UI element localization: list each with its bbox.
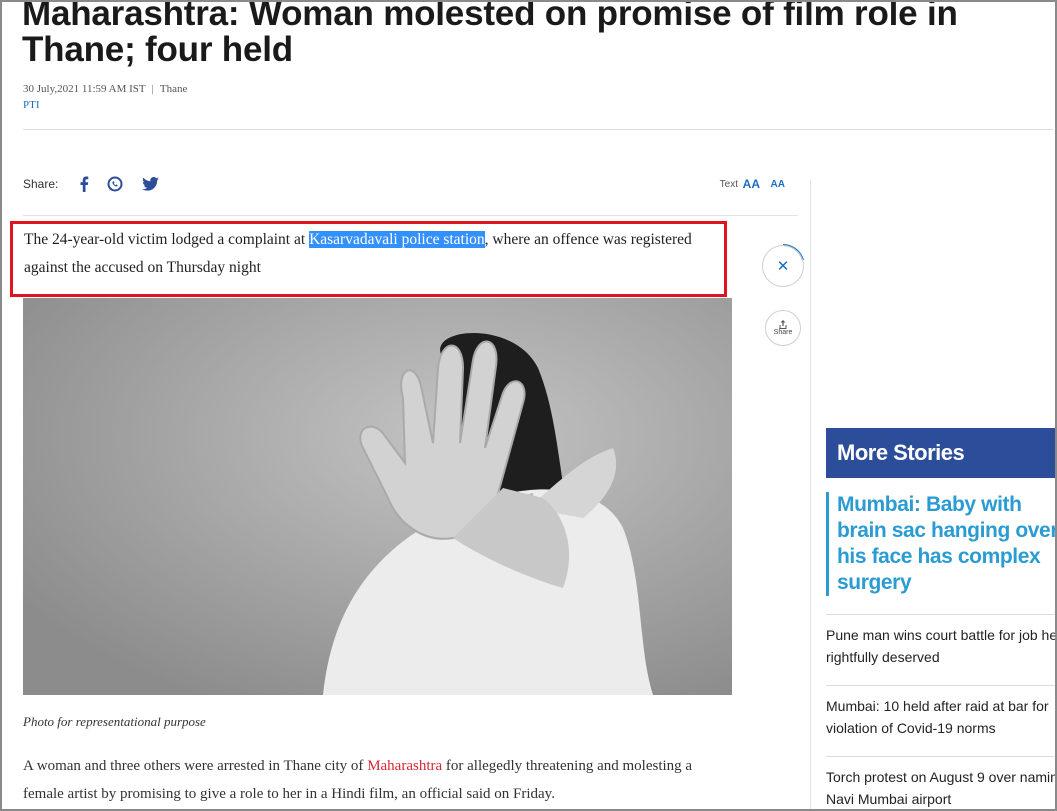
floating-share-label: Share — [773, 329, 793, 336]
browser-frame: Maharashtra: Woman molested on promise o… — [0, 0, 1057, 811]
story-link[interactable]: Mumbai: 10 held after raid at bar for vi… — [826, 695, 1055, 739]
floating-share-button[interactable]: Share — [765, 310, 801, 346]
column-divider — [810, 180, 811, 809]
share-toolbar: Share: Text AA AA — [23, 174, 798, 198]
more-stories-header: More Stories — [826, 428, 1055, 478]
article-body-paragraph: A woman and three others were arrested i… — [23, 752, 733, 808]
story-link[interactable]: Torch protest on August 9 over naming Na… — [826, 766, 1057, 809]
article-headline: Maharashtra: Woman molested on promise o… — [22, 0, 958, 69]
publish-date: 30 July,2021 11:59 AM IST — [23, 83, 146, 95]
close-icon: ✕ — [776, 258, 790, 275]
twitter-icon[interactable] — [141, 175, 159, 193]
text-size-label: Text — [719, 179, 738, 190]
story-divider — [826, 685, 1055, 686]
story-title: Pune man wins court battle for job he ri… — [826, 627, 1057, 665]
close-button[interactable]: ✕ — [762, 245, 804, 287]
text-size-decrease-button[interactable]: AA — [771, 179, 785, 190]
facebook-icon[interactable] — [75, 175, 93, 193]
story-title: Torch protest on August 9 over naming Na… — [826, 769, 1057, 807]
maharashtra-link[interactable]: Maharashtra — [367, 758, 442, 774]
whatsapp-icon[interactable] — [106, 175, 124, 193]
body-text-start: A woman and three others were arrested i… — [23, 758, 368, 774]
story-divider — [826, 614, 1055, 615]
share-icon — [779, 320, 787, 329]
highlight-annotation-box — [10, 221, 727, 297]
woman-stop-gesture-image — [23, 298, 732, 695]
photo-caption: Photo for representational purpose — [23, 714, 206, 729]
story-title: Mumbai: 10 held after raid at bar for vi… — [826, 698, 1049, 736]
featured-story-link[interactable]: Mumbai: Baby with brain sac hanging over… — [826, 492, 1055, 596]
article-photo — [23, 298, 732, 695]
byline-link[interactable]: PTI — [23, 99, 40, 111]
story-link[interactable]: Pune man wins court battle for job he ri… — [826, 624, 1057, 668]
meta-separator: | — [151, 83, 154, 95]
text-size-increase-button[interactable]: AA — [743, 177, 760, 191]
share-label: Share: — [23, 177, 59, 191]
header-divider — [23, 129, 1053, 130]
story-divider — [826, 756, 1055, 757]
share-divider — [23, 215, 798, 216]
article-meta: 30 July,2021 11:59 AM IST | Thane — [23, 83, 187, 95]
article-location: Thane — [159, 83, 188, 95]
